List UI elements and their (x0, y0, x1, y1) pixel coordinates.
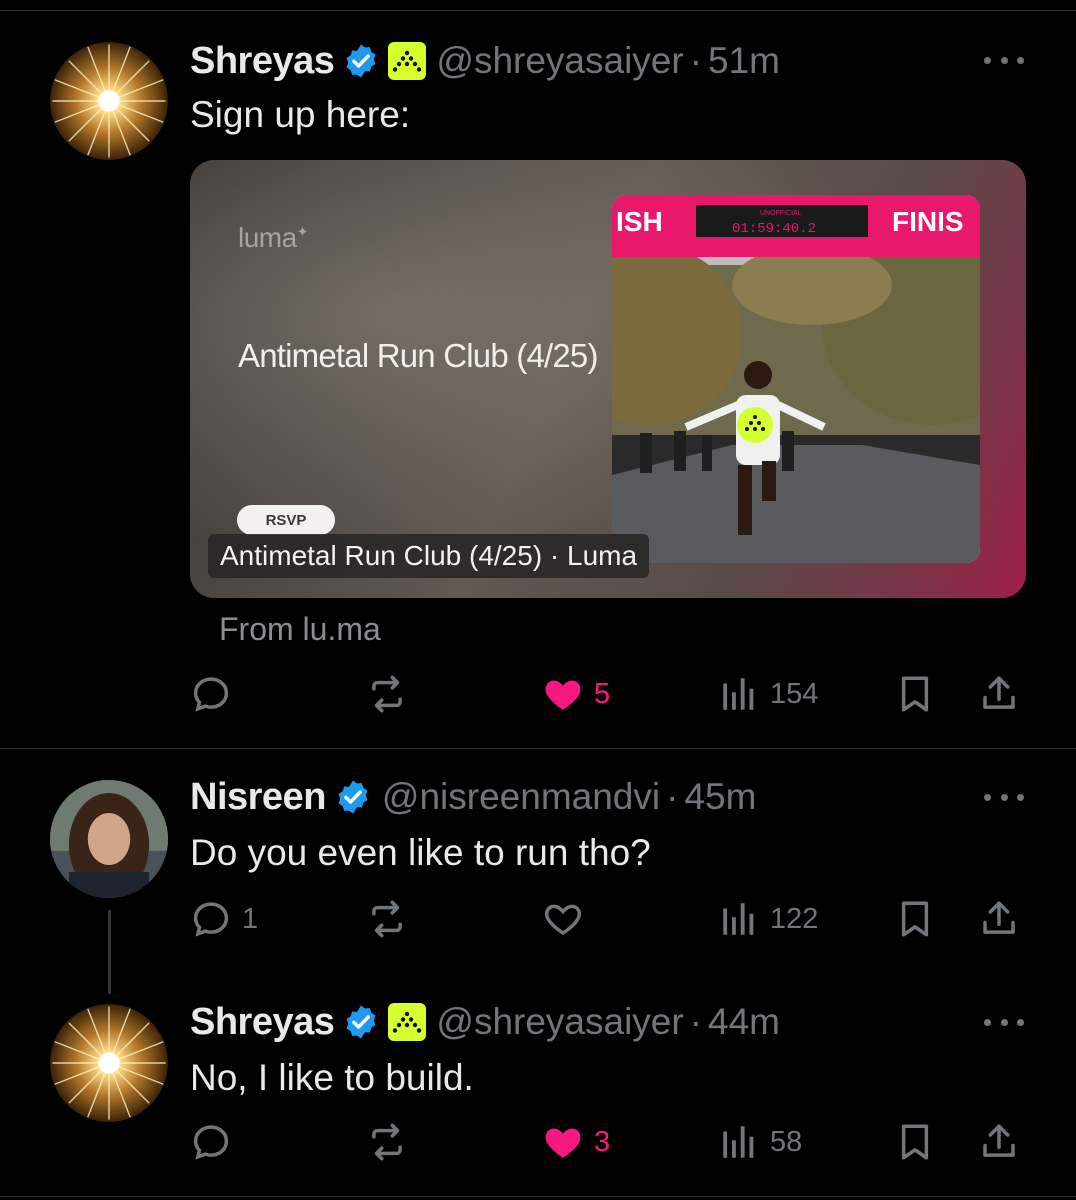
reply-icon (190, 898, 232, 940)
thread-line (108, 910, 111, 994)
like-count: 5 (594, 677, 611, 710)
tweet-actions: 1 122 (190, 889, 1026, 949)
card-source[interactable]: From lu.ma (219, 611, 381, 648)
photo-banner-right: FINIS (892, 206, 964, 237)
bottom-divider (0, 1196, 1076, 1197)
retweet-button[interactable] (366, 664, 418, 724)
event-photo: ISH FINIS UNOFFICIAL 01:59:40.2 (612, 195, 980, 563)
tweet-actions: 5 154 (190, 664, 1026, 724)
bookmark-icon (894, 1121, 936, 1163)
retweet-button[interactable] (366, 1112, 418, 1172)
photo-banner-left: ISH (616, 206, 663, 237)
reply-icon (190, 673, 232, 715)
retweet-icon (366, 898, 408, 940)
like-icon (542, 673, 584, 715)
avatar[interactable] (50, 42, 168, 160)
like-icon (542, 1121, 584, 1163)
card-caption: Antimetal Run Club (4/25) · Luma (208, 534, 650, 578)
display-name[interactable]: Shreyas (190, 40, 335, 83)
timestamp[interactable]: 44m (708, 1001, 780, 1043)
views-icon (718, 1121, 760, 1163)
like-button[interactable]: 3 (542, 1112, 610, 1172)
share-icon (978, 673, 1020, 715)
reply-icon (190, 1121, 232, 1163)
bookmark-button[interactable] (894, 664, 936, 724)
reply-button[interactable]: 1 (190, 889, 258, 949)
tweet-text: Sign up here: (190, 94, 411, 135)
like-count: 3 (594, 1125, 611, 1158)
separator: · (689, 40, 703, 81)
views-count: 58 (770, 1125, 803, 1158)
bookmark-button[interactable] (894, 889, 936, 949)
views-icon (718, 673, 760, 715)
views-count: 122 (770, 902, 819, 935)
display-name[interactable]: Shreyas (190, 1001, 335, 1044)
share-button[interactable] (978, 889, 1020, 949)
views-button[interactable]: 154 (718, 664, 818, 724)
tweet-text: No, I like to build. (190, 1057, 474, 1098)
like-icon (542, 898, 584, 940)
tweet-text: Do you even like to run tho? (190, 832, 651, 873)
views-icon (718, 898, 760, 940)
bookmark-icon (894, 898, 936, 940)
rsvp-button: RSVP (237, 505, 335, 535)
like-button[interactable] (542, 889, 594, 949)
verified-badge-icon (342, 42, 380, 80)
photo-clock-label: UNOFFICIAL (760, 210, 802, 217)
views-count: 154 (770, 677, 819, 710)
antimetal-affiliation-icon[interactable] (388, 1003, 427, 1041)
handle[interactable]: @nisreenmandvi (382, 776, 660, 818)
retweet-button[interactable] (366, 889, 418, 949)
luma-logo: luma✦ (238, 222, 308, 253)
timestamp[interactable]: 45m (684, 776, 756, 818)
timestamp[interactable]: 51m (708, 40, 780, 82)
handle[interactable]: @shreyasaiyer (436, 40, 683, 82)
share-icon (978, 898, 1020, 940)
verified-badge-icon (342, 1003, 380, 1041)
share-button[interactable] (978, 664, 1020, 724)
retweet-icon (366, 1121, 408, 1163)
tweet-header: Shreyas @shreyasaiyer · 44m (190, 1001, 780, 1043)
more-icon[interactable] (984, 1016, 1024, 1028)
retweet-icon (366, 673, 408, 715)
event-title: Antimetal Run Club (4/25) (238, 337, 598, 374)
reply-button[interactable] (190, 664, 242, 724)
reply-count: 1 (242, 902, 259, 935)
link-card[interactable]: luma✦ Antimetal Run Club (4/25) RSVP ISH… (190, 160, 1026, 598)
more-icon[interactable] (984, 791, 1024, 803)
share-button[interactable] (978, 1112, 1020, 1172)
tweet-header: Shreyas @shreyasaiyer · 51m (190, 40, 780, 82)
antimetal-affiliation-icon[interactable] (388, 42, 427, 80)
handle[interactable]: @shreyasaiyer (436, 1001, 683, 1043)
more-icon[interactable] (984, 54, 1024, 66)
photo-clock: 01:59:40.2 (732, 221, 816, 237)
tweet-divider (0, 748, 1076, 749)
views-button[interactable]: 58 (718, 1112, 802, 1172)
share-icon (978, 1121, 1020, 1163)
tweet-actions: 3 58 (190, 1112, 1026, 1172)
bookmark-button[interactable] (894, 1112, 936, 1172)
separator: · (689, 1001, 703, 1042)
avatar[interactable] (50, 780, 168, 898)
avatar[interactable] (50, 1004, 168, 1122)
like-button[interactable]: 5 (542, 664, 610, 724)
views-button[interactable]: 122 (718, 889, 818, 949)
verified-badge-icon (334, 778, 372, 816)
separator: · (666, 776, 679, 817)
bookmark-icon (894, 673, 936, 715)
tweet-header: Nisreen @nisreenmandvi · 45m (190, 776, 756, 818)
reply-button[interactable] (190, 1112, 242, 1172)
top-divider (0, 10, 1076, 11)
display-name[interactable]: Nisreen (190, 776, 326, 819)
